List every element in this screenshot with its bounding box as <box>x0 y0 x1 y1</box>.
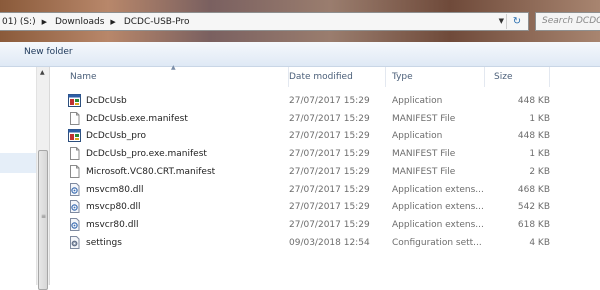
breadcrumb-dcdc-usb-pro[interactable]: DCDC-USB-Pro <box>124 17 190 27</box>
scroll-up-arrow-icon[interactable]: ▲ <box>40 69 45 76</box>
file-date-modified: 27/07/2017 15:29 <box>289 202 370 213</box>
file-size: 448 KB <box>517 131 550 142</box>
file-row[interactable]: settings 09/03/2018 12:54 Configuration se… <box>51 234 600 252</box>
column-header-name-label: Name <box>70 72 97 82</box>
file-row[interactable]: msvcm80.dll 27/07/2017 15:29 Application e… <box>51 181 600 199</box>
settings-file-icon <box>68 235 81 249</box>
file-size: 618 KB <box>517 219 550 230</box>
file-date-modified: 27/07/2017 15:29 <box>289 219 370 230</box>
column-header-size-label: Size <box>494 72 513 82</box>
file-name: DcDcUsb.exe.manifest <box>86 113 188 124</box>
file-date-modified: 27/07/2017 15:29 <box>289 184 370 195</box>
dll-icon <box>68 200 81 214</box>
search-input[interactable]: Search DCDC-USB-Pro <box>535 12 600 31</box>
file-name: msvcp80.dll <box>86 202 141 213</box>
file-size: 2 KB <box>529 166 550 177</box>
document-icon <box>68 164 81 178</box>
scrollbar-thumb[interactable]: ≡ <box>38 150 48 290</box>
scrollbar-grip-icon: ≡ <box>41 213 47 220</box>
application-icon <box>68 129 81 143</box>
address-bar[interactable]: 01) (S:) ▶ Downloads ▶ DCDC-USB-Pro ▼ ↻ <box>0 12 529 31</box>
file-name: msvcr80.dll <box>86 219 139 230</box>
file-row[interactable]: DcDcUsb_pro 27/07/2017 15:29 Application 44… <box>51 127 600 145</box>
file-date-modified: 27/07/2017 15:29 <box>289 149 370 160</box>
file-row[interactable]: DcDcUsb.exe.manifest 27/07/2017 15:29 MANI… <box>51 110 600 128</box>
file-type: Application extens... <box>392 219 484 230</box>
address-history-dropdown-icon[interactable]: ▼ <box>499 17 504 25</box>
document-icon <box>68 111 81 125</box>
breadcrumb-drive[interactable]: 01) (S:) <box>2 17 36 27</box>
navigation-pane[interactable] <box>0 67 36 285</box>
file-name: DcDcUsb <box>86 96 127 106</box>
file-type: Application extens... <box>392 202 484 213</box>
file-size: 1 KB <box>529 113 550 124</box>
column-header-size[interactable]: Size <box>488 67 550 87</box>
window-title-bar: 01) (S:) ▶ Downloads ▶ DCDC-USB-Pro ▼ ↻ … <box>0 0 600 42</box>
file-type: Configuration sett... <box>392 237 482 248</box>
file-name: settings <box>86 237 122 248</box>
document-icon <box>68 147 81 161</box>
file-type: MANIFEST File <box>392 149 456 160</box>
file-type: Application <box>392 131 443 142</box>
file-size: 468 KB <box>517 184 550 195</box>
dll-icon <box>68 182 81 196</box>
file-row[interactable]: msvcr80.dll 27/07/2017 15:29 Application e… <box>51 216 600 234</box>
nav-selected-item[interactable] <box>0 153 36 173</box>
column-header-date-label: Date modified <box>289 72 353 82</box>
file-row[interactable]: DcDcUsb_pro.exe.manifest 27/07/2017 15:29… <box>51 145 600 163</box>
file-date-modified: 27/07/2017 15:29 <box>289 113 370 124</box>
dll-icon <box>68 217 81 231</box>
file-row[interactable]: Microsoft.VC80.CRT.manifest 27/07/2017 15… <box>51 163 600 181</box>
file-name: DcDcUsb_pro <box>86 131 146 142</box>
column-header-date[interactable]: Date modified <box>283 67 386 87</box>
file-size: 448 KB <box>517 96 550 106</box>
breadcrumb-downloads[interactable]: Downloads <box>55 17 104 27</box>
command-toolbar: New folder <box>0 42 600 67</box>
refresh-icon[interactable]: ↻ <box>506 14 527 29</box>
file-date-modified: 27/07/2017 15:29 <box>289 96 370 106</box>
navigation-pane-scrollbar[interactable]: ▲ ≡ <box>36 67 50 290</box>
column-header-row: Name ▲ Date modified Type Size <box>51 64 600 87</box>
application-icon <box>68 94 81 107</box>
file-date-modified: 27/07/2017 15:29 <box>289 131 370 142</box>
file-type: Application <box>392 96 443 106</box>
file-type: Application extens... <box>392 184 484 195</box>
file-date-modified: 27/07/2017 15:29 <box>289 166 370 177</box>
file-size: 4 KB <box>529 237 550 248</box>
file-list: Name ▲ Date modified Type Size DcDcUsb 27… <box>51 64 600 285</box>
file-name: DcDcUsb_pro.exe.manifest <box>86 149 207 160</box>
column-header-type-label: Type <box>392 72 413 82</box>
file-name: Microsoft.VC80.CRT.manifest <box>86 166 216 177</box>
file-type: MANIFEST File <box>392 113 456 124</box>
file-name: msvcm80.dll <box>86 184 144 195</box>
column-header-type[interactable]: Type <box>386 67 485 87</box>
file-size: 542 KB <box>517 202 550 213</box>
breadcrumb-separator-icon[interactable]: ▶ <box>110 18 115 26</box>
sort-ascending-icon: ▲ <box>171 64 176 71</box>
breadcrumb-separator-icon[interactable]: ▶ <box>42 18 47 26</box>
file-row[interactable]: msvcp80.dll 27/07/2017 15:29 Application e… <box>51 198 600 216</box>
file-size: 1 KB <box>529 149 550 160</box>
file-date-modified: 09/03/2018 12:54 <box>289 237 370 248</box>
file-row[interactable]: DcDcUsb 27/07/2017 15:29 Application 448 KB <box>51 92 600 110</box>
new-folder-button[interactable]: New folder <box>24 47 73 57</box>
file-type: MANIFEST File <box>392 166 456 177</box>
column-header-name[interactable]: Name <box>64 67 289 87</box>
